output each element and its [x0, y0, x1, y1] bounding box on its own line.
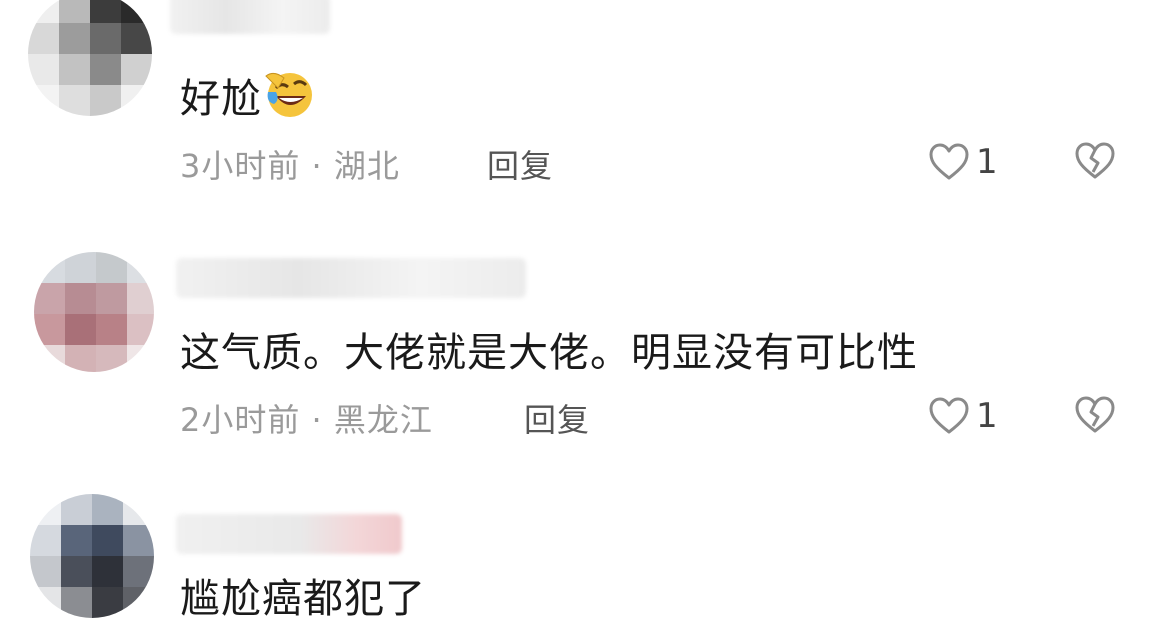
comment-item: 这气质。大佬就是大佬。明显没有可比性 2小时前 · 黑龙江 回复 1 [0, 240, 1166, 460]
like-button[interactable]: 1 [928, 394, 998, 438]
heart-outline-icon [929, 143, 969, 180]
comment-location: 湖北 [333, 147, 400, 185]
laughing-tears-emoji-icon [264, 70, 314, 120]
username-blurred[interactable] [176, 258, 526, 298]
comment-time: 2小时前 [180, 401, 301, 439]
username-blurred[interactable] [176, 514, 402, 554]
comment-item: 尴尬癌都犯了 [0, 490, 1166, 631]
broken-heart-icon [1075, 142, 1115, 179]
comment-time: 3小时前 [180, 147, 301, 185]
like-count: 1 [976, 396, 998, 436]
comment-item: 好尬 3小时前 · 湖北 回复 1 [0, 0, 1166, 200]
avatar[interactable] [30, 494, 154, 618]
like-count: 1 [976, 142, 998, 182]
reply-button[interactable]: 回复 [487, 141, 553, 187]
dislike-button[interactable] [1074, 141, 1118, 185]
meta-separator: · [311, 401, 323, 439]
comment-meta: 2小时前 · 黑龙江 [180, 395, 433, 441]
comment-meta: 3小时前 · 湖北 [180, 141, 400, 187]
comment-text-content: 好尬 [180, 76, 262, 122]
avatar[interactable] [34, 252, 154, 372]
heart-outline-icon [929, 397, 969, 434]
comment-location: 黑龙江 [333, 401, 433, 439]
comment-text: 这气质。大佬就是大佬。明显没有可比性 [180, 330, 918, 376]
reply-button[interactable]: 回复 [524, 395, 590, 441]
comment-text: 尴尬癌都犯了 [180, 576, 426, 622]
broken-heart-icon [1075, 396, 1115, 433]
avatar[interactable] [28, 0, 152, 116]
comment-text: 好尬 [180, 66, 314, 124]
meta-separator: · [311, 147, 323, 185]
username-blurred[interactable] [170, 0, 330, 34]
like-button[interactable]: 1 [928, 140, 998, 184]
dislike-button[interactable] [1074, 395, 1118, 439]
